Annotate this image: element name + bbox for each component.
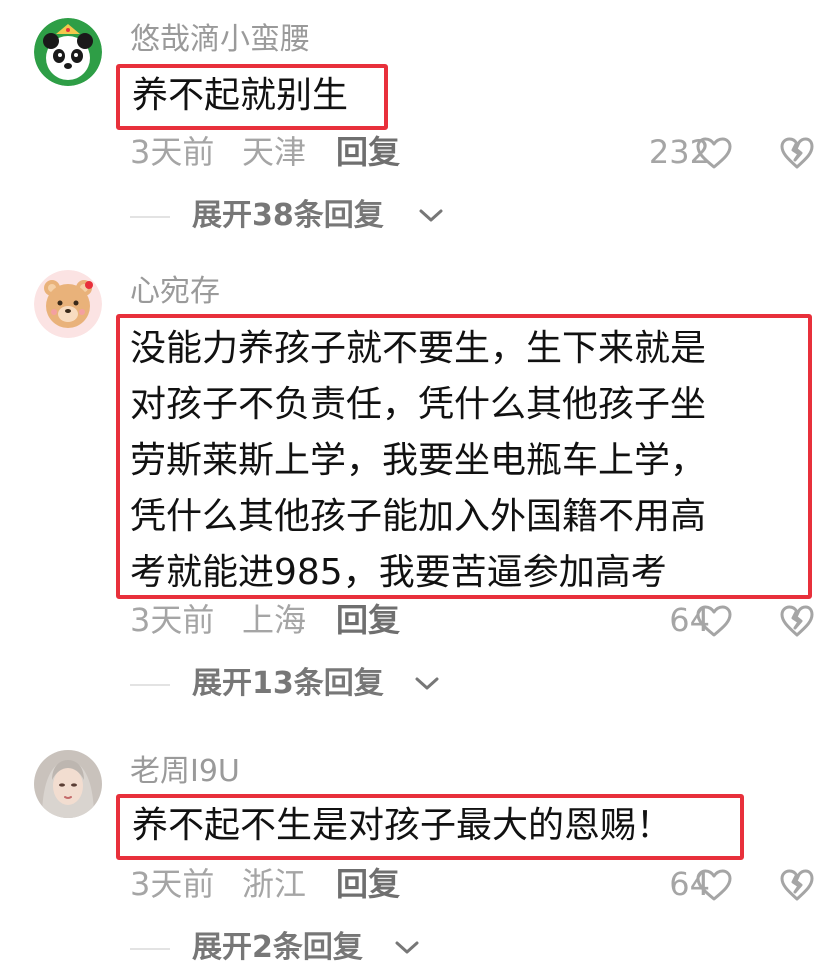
divider <box>130 684 170 686</box>
comment-item: 心宛存 没能力养孩子就不要生，生下来就是 对孩子不负责任，凭什么其他孩子坐 劳斯… <box>0 250 835 730</box>
comment-location: 浙江 <box>242 865 307 903</box>
expand-replies-label: 展开13条回复 <box>192 666 384 701</box>
panda-avatar-icon <box>34 18 102 86</box>
comment-text-line: 劳斯莱斯上学，我要坐电瓶车上学， <box>130 440 707 481</box>
comment-time: 3天前 <box>130 133 215 171</box>
heart-icon[interactable] <box>695 604 733 638</box>
comment-text-line: 养不起不生是对孩子最大的恩赐！ <box>132 805 673 846</box>
username[interactable]: 心宛存 <box>130 272 220 312</box>
comment-text-highlighted: 养不起就别生 <box>116 64 388 130</box>
heart-icon[interactable] <box>695 136 733 170</box>
comment-text-line: 养不起就别生 <box>132 75 349 116</box>
avatar[interactable] <box>34 750 102 818</box>
chevron-down-icon <box>419 209 443 222</box>
heart-icon[interactable] <box>695 868 733 902</box>
comment-text-highlighted: 没能力养孩子就不要生，生下来就是 对孩子不负责任，凭什么其他孩子坐 劳斯莱斯上学… <box>116 314 812 599</box>
comment-text-line: 没能力养孩子就不要生，生下来就是 <box>130 328 707 369</box>
comment-meta: 3天前 上海 回复 64 <box>130 598 815 642</box>
reply-button[interactable]: 回复 <box>336 598 400 642</box>
username[interactable]: 老周I9U <box>130 752 240 792</box>
divider <box>130 216 170 218</box>
comment-location: 上海 <box>242 601 307 639</box>
avatar[interactable] <box>34 270 102 338</box>
expand-replies-label: 展开2条回复 <box>192 930 363 965</box>
comment-time: 3天前 <box>130 865 215 903</box>
avatar[interactable] <box>34 18 102 86</box>
reply-button[interactable]: 回复 <box>336 862 400 906</box>
comment-meta: 3天前 天津 回复 232 <box>130 130 815 174</box>
comment-text-highlighted: 养不起不生是对孩子最大的恩赐！ <box>116 794 744 860</box>
reply-button[interactable]: 回复 <box>336 130 400 174</box>
comment-text-line: 凭什么其他孩子能加入外国籍不用高 <box>130 496 707 537</box>
broken-heart-icon[interactable] <box>779 136 815 170</box>
comment-time: 3天前 <box>130 601 215 639</box>
chevron-down-icon <box>395 941 419 954</box>
username[interactable]: 悠哉滴小蛮腰 <box>130 20 310 60</box>
portrait-avatar-icon <box>34 750 102 818</box>
comment-item: 悠哉滴小蛮腰 养不起就别生 3天前 天津 回复 232 展开38条回复 <box>0 0 835 250</box>
chevron-down-icon <box>415 677 439 690</box>
expand-replies-label: 展开38条回复 <box>192 198 384 233</box>
comment-text-line: 考就能进985，我要苦逼参加高考 <box>130 552 667 593</box>
comment-text-line: 对孩子不负责任，凭什么其他孩子坐 <box>130 384 707 425</box>
comment-location: 天津 <box>242 133 307 171</box>
broken-heart-icon[interactable] <box>779 604 815 638</box>
comment-meta: 3天前 浙江 回复 64 <box>130 862 815 906</box>
broken-heart-icon[interactable] <box>779 868 815 902</box>
comment-item: 老周I9U 养不起不生是对孩子最大的恩赐！ 3天前 浙江 回复 64 展开2条回… <box>0 730 835 978</box>
divider <box>130 948 170 950</box>
bear-avatar-icon <box>34 270 102 338</box>
